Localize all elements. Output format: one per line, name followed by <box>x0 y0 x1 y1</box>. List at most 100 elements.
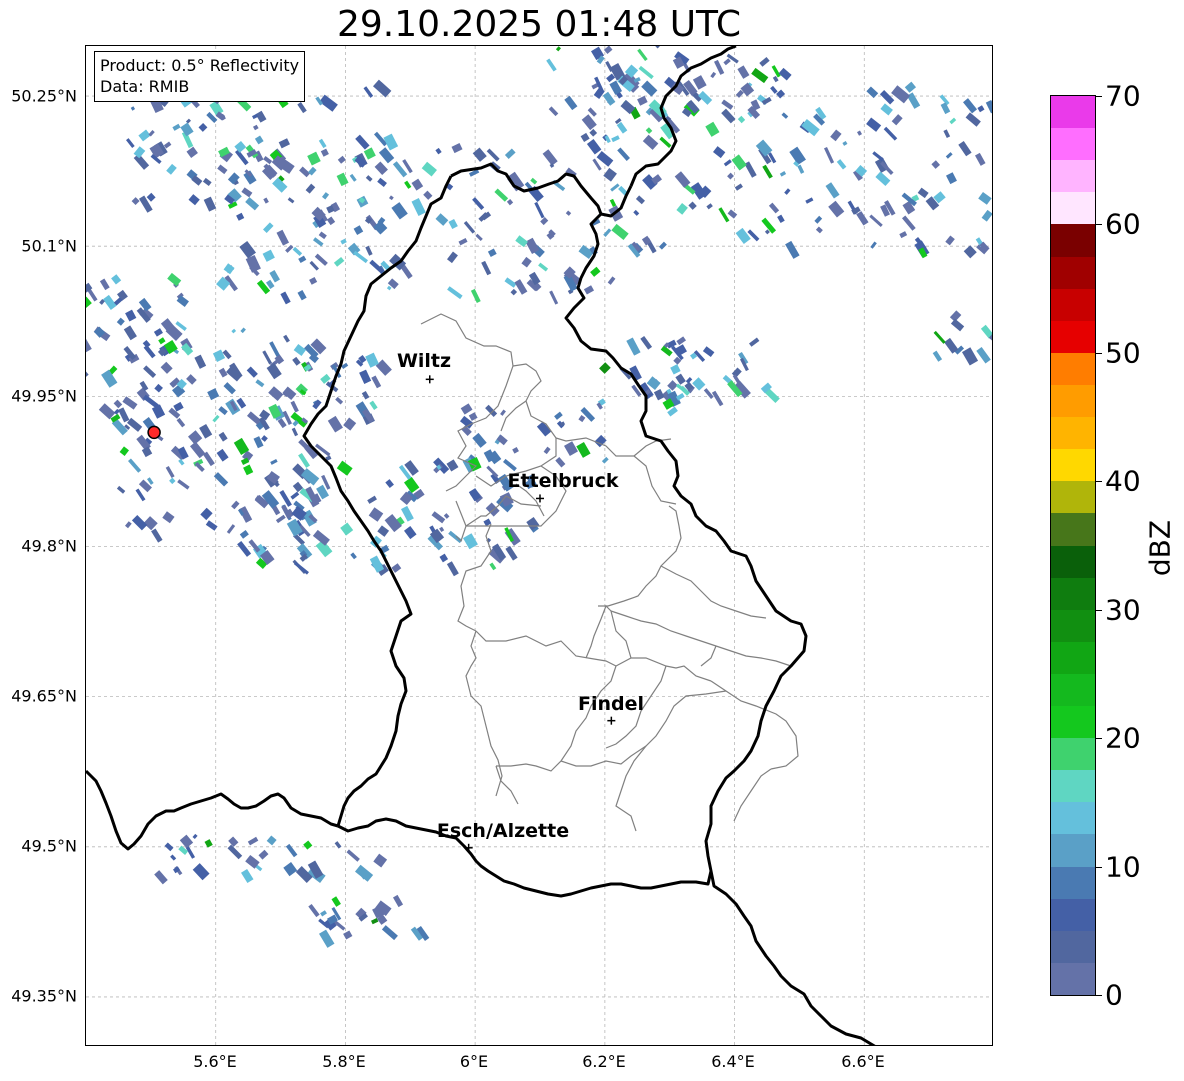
echo-cell <box>489 562 497 571</box>
echo-cell <box>234 140 247 153</box>
city-markers <box>147 375 616 852</box>
echo-cell <box>180 122 194 137</box>
echo-cell <box>363 147 376 160</box>
echo-cell <box>866 117 882 132</box>
echo-cell <box>692 75 707 90</box>
colorbar-tick-label: 30 <box>1105 593 1141 627</box>
echo-cell <box>685 377 693 384</box>
echo-cell <box>703 388 714 399</box>
echo-cell <box>305 183 316 194</box>
echo-cell <box>603 167 617 182</box>
echo-cell <box>246 366 258 378</box>
echo-cell <box>777 214 785 224</box>
echo-cell <box>735 227 751 245</box>
echo-cell <box>404 180 412 189</box>
echo-cell <box>188 194 200 206</box>
echo-cell <box>976 347 991 364</box>
echo-cell <box>169 477 176 485</box>
echo-cell <box>202 177 212 187</box>
echo-cell <box>762 164 773 179</box>
echo-cell <box>135 488 146 502</box>
echo-cell <box>391 202 408 220</box>
radar-map[interactable] <box>85 45 993 1046</box>
product-info-box: Product: 0.5° Reflectivity Data: RMIB <box>94 51 306 102</box>
lat-tick-label: 49.95°N <box>11 386 77 406</box>
echo-cell <box>381 925 398 941</box>
echo-cell <box>778 67 792 81</box>
colorbar-segment <box>1051 384 1095 418</box>
echo-cell <box>421 161 437 177</box>
echo-cell <box>262 350 273 365</box>
echo-cell <box>125 309 137 322</box>
echo-cell <box>637 95 648 106</box>
echo-cell <box>975 152 986 166</box>
echo-cell <box>124 521 132 529</box>
echo-cell <box>312 399 322 410</box>
echo-cell <box>143 516 158 531</box>
echo-cell <box>439 526 445 533</box>
echo-cell <box>262 249 275 262</box>
echo-cell <box>223 382 236 395</box>
echo-cell <box>883 126 898 141</box>
echo-cell <box>721 108 736 124</box>
echo-cell <box>292 246 303 256</box>
echo-cell <box>186 374 197 385</box>
echo-cell <box>842 140 848 146</box>
echo-cell <box>463 220 476 234</box>
echo-cell <box>633 209 640 216</box>
echo-cell <box>186 146 198 158</box>
colorbar-tick-label: 50 <box>1105 336 1141 370</box>
echo-cell <box>349 173 357 182</box>
echo-cell <box>123 325 137 341</box>
echo-cell <box>336 460 353 476</box>
echo-cell <box>173 401 184 412</box>
echo-cell <box>494 188 509 202</box>
echo-cell <box>443 513 450 519</box>
echo-cell <box>642 134 659 150</box>
echo-cell <box>392 894 404 908</box>
echo-cell <box>917 187 929 199</box>
echo-cell <box>706 203 713 210</box>
echo-cell <box>235 149 249 166</box>
colorbar-segment <box>1051 480 1095 514</box>
echo-cell <box>275 514 286 524</box>
echo-cell <box>200 507 213 521</box>
echo-cell <box>985 99 992 114</box>
colorbar-segment <box>1051 833 1095 867</box>
echo-cell <box>331 896 341 907</box>
echo-cell <box>963 98 978 114</box>
echo-cell <box>549 290 559 305</box>
echo-cell <box>164 842 174 852</box>
echo-cell <box>118 407 130 423</box>
echo-cell <box>727 209 738 219</box>
echo-cell <box>158 337 166 345</box>
colorbar-tick <box>1096 481 1102 483</box>
echo-cell <box>314 253 328 266</box>
echo-cell <box>751 67 769 84</box>
colorbar-tick <box>1096 352 1102 354</box>
echo-cell <box>263 197 269 204</box>
echo-cell <box>292 356 301 366</box>
echo-cell <box>178 458 185 466</box>
echo-cell <box>468 412 478 421</box>
echo-cell <box>377 177 387 187</box>
echo-cell <box>309 276 318 285</box>
echo-cell <box>472 432 487 448</box>
echo-cell <box>500 409 506 416</box>
echo-cell <box>451 142 463 154</box>
echo-cell <box>586 139 602 155</box>
echo-cell <box>241 187 253 198</box>
echo-cell <box>192 863 210 881</box>
echo-cell <box>602 91 616 106</box>
colorbar-segment <box>1051 127 1095 161</box>
echo-cell <box>303 840 313 850</box>
lat-tick-label: 49.8°N <box>21 536 77 556</box>
echo-cell <box>146 192 156 202</box>
echo-cell <box>270 458 278 465</box>
echo-cell <box>162 511 175 524</box>
echo-cell <box>932 350 943 362</box>
echo-cell <box>143 344 156 359</box>
echo-cell <box>609 198 617 207</box>
echo-cell <box>269 341 281 358</box>
echo-cell <box>789 146 806 165</box>
